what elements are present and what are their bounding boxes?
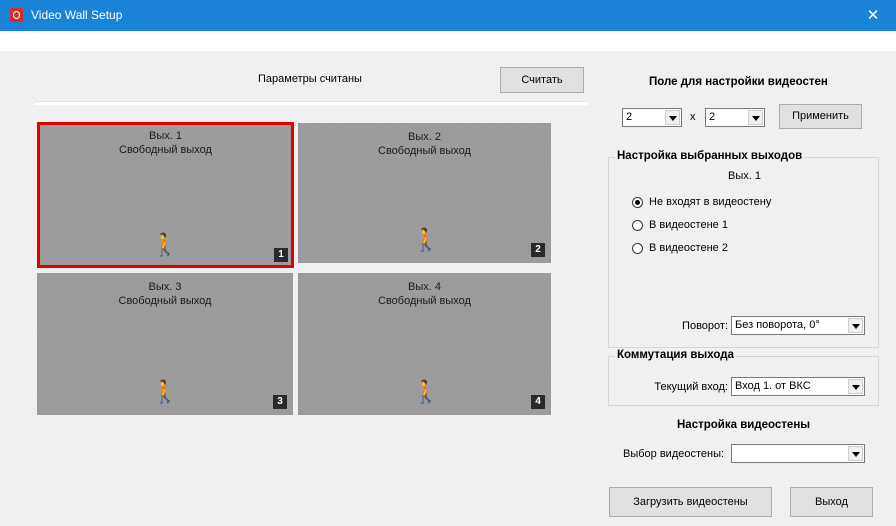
radio-label: Не входят в видеостену	[649, 196, 772, 208]
selected-output-label: Вых. 1	[728, 170, 761, 182]
outputs-group-legend: Настройка выбранных выходов	[615, 150, 805, 162]
radio-indicator[interactable]	[632, 197, 643, 208]
current-input-value: Вход 1. от ВКС	[735, 380, 811, 392]
radio-indicator[interactable]	[632, 220, 643, 231]
tile-title: Вых. 3	[148, 281, 182, 293]
apply-button[interactable]: Применить	[779, 104, 862, 129]
read-button[interactable]: Считать	[500, 67, 584, 93]
current-input-label: Текущий вход:	[654, 381, 728, 393]
rows-value: 2	[626, 111, 633, 123]
tile-title: Вых. 2	[408, 131, 441, 143]
rotation-select[interactable]: Без поворота, 0°	[731, 316, 865, 335]
tile-number-badge: 4	[531, 395, 545, 409]
rows-select[interactable]: 2	[622, 108, 682, 127]
tile-status: Свободный выход	[119, 144, 212, 156]
chevron-down-icon[interactable]	[848, 318, 863, 333]
walking-person-icon: 🚶	[412, 227, 440, 252]
walking-person-icon: 🚶	[151, 232, 179, 257]
wall-heading: Настройка видеостены	[677, 419, 811, 431]
tile-number-badge: 1	[274, 248, 288, 262]
rotation-label: Поворот:	[682, 320, 728, 332]
status-text: Параметры считаны	[258, 73, 362, 85]
walking-person-icon: 🚶	[412, 379, 440, 404]
cols-value: 2	[709, 111, 716, 123]
radio-label: В видеостене 2	[649, 242, 728, 254]
title-bar: Video Wall Setup ✕	[0, 0, 896, 31]
walking-person-icon: 🚶	[151, 379, 179, 404]
menu-strip	[0, 31, 896, 51]
cols-select[interactable]: 2	[705, 108, 765, 127]
tile-number-badge: 2	[531, 243, 545, 257]
tile-status: Свободный выход	[378, 145, 471, 157]
tile-status: Свободный выход	[118, 295, 212, 307]
current-input-select[interactable]: Вход 1. от ВКС	[731, 377, 865, 396]
wall-select[interactable]	[731, 444, 865, 463]
radio-indicator[interactable]	[632, 243, 643, 254]
chevron-down-icon[interactable]	[748, 110, 763, 125]
load-walls-button[interactable]: Загрузить видеостены	[609, 487, 772, 517]
output-tile-2[interactable]: Вых. 2 Свободный выход 🚶 2	[298, 123, 551, 263]
wall-select-label: Выбор видеостены:	[623, 448, 725, 460]
close-button[interactable]: ✕	[850, 0, 896, 31]
tile-number-badge: 3	[273, 395, 287, 409]
chevron-down-icon[interactable]	[665, 110, 680, 125]
radio-label: В видеостене 1	[649, 219, 728, 231]
grid-heading: Поле для настройки видеостен	[649, 76, 828, 88]
tile-status: Свободный выход	[378, 295, 471, 307]
rotation-value: Без поворота, 0°	[735, 319, 820, 331]
output-tile-3[interactable]: Вых. 3 Свободный выход 🚶 3	[37, 273, 293, 415]
switch-group-legend: Коммутация выхода	[615, 349, 736, 361]
chevron-down-icon[interactable]	[848, 379, 863, 394]
x-label: x	[690, 111, 696, 123]
window-title: Video Wall Setup	[31, 8, 123, 22]
tile-title: Вых. 1	[149, 130, 182, 142]
chevron-down-icon[interactable]	[848, 446, 863, 461]
output-tile-4[interactable]: Вых. 4 Свободный выход 🚶 4	[298, 273, 551, 415]
app-logo-icon	[10, 8, 23, 22]
output-tile-1[interactable]: Вых. 1 Свободный выход 🚶 1	[37, 122, 294, 268]
exit-button[interactable]: Выход	[790, 487, 873, 517]
divider	[34, 101, 588, 105]
tile-title: Вых. 4	[408, 281, 441, 293]
